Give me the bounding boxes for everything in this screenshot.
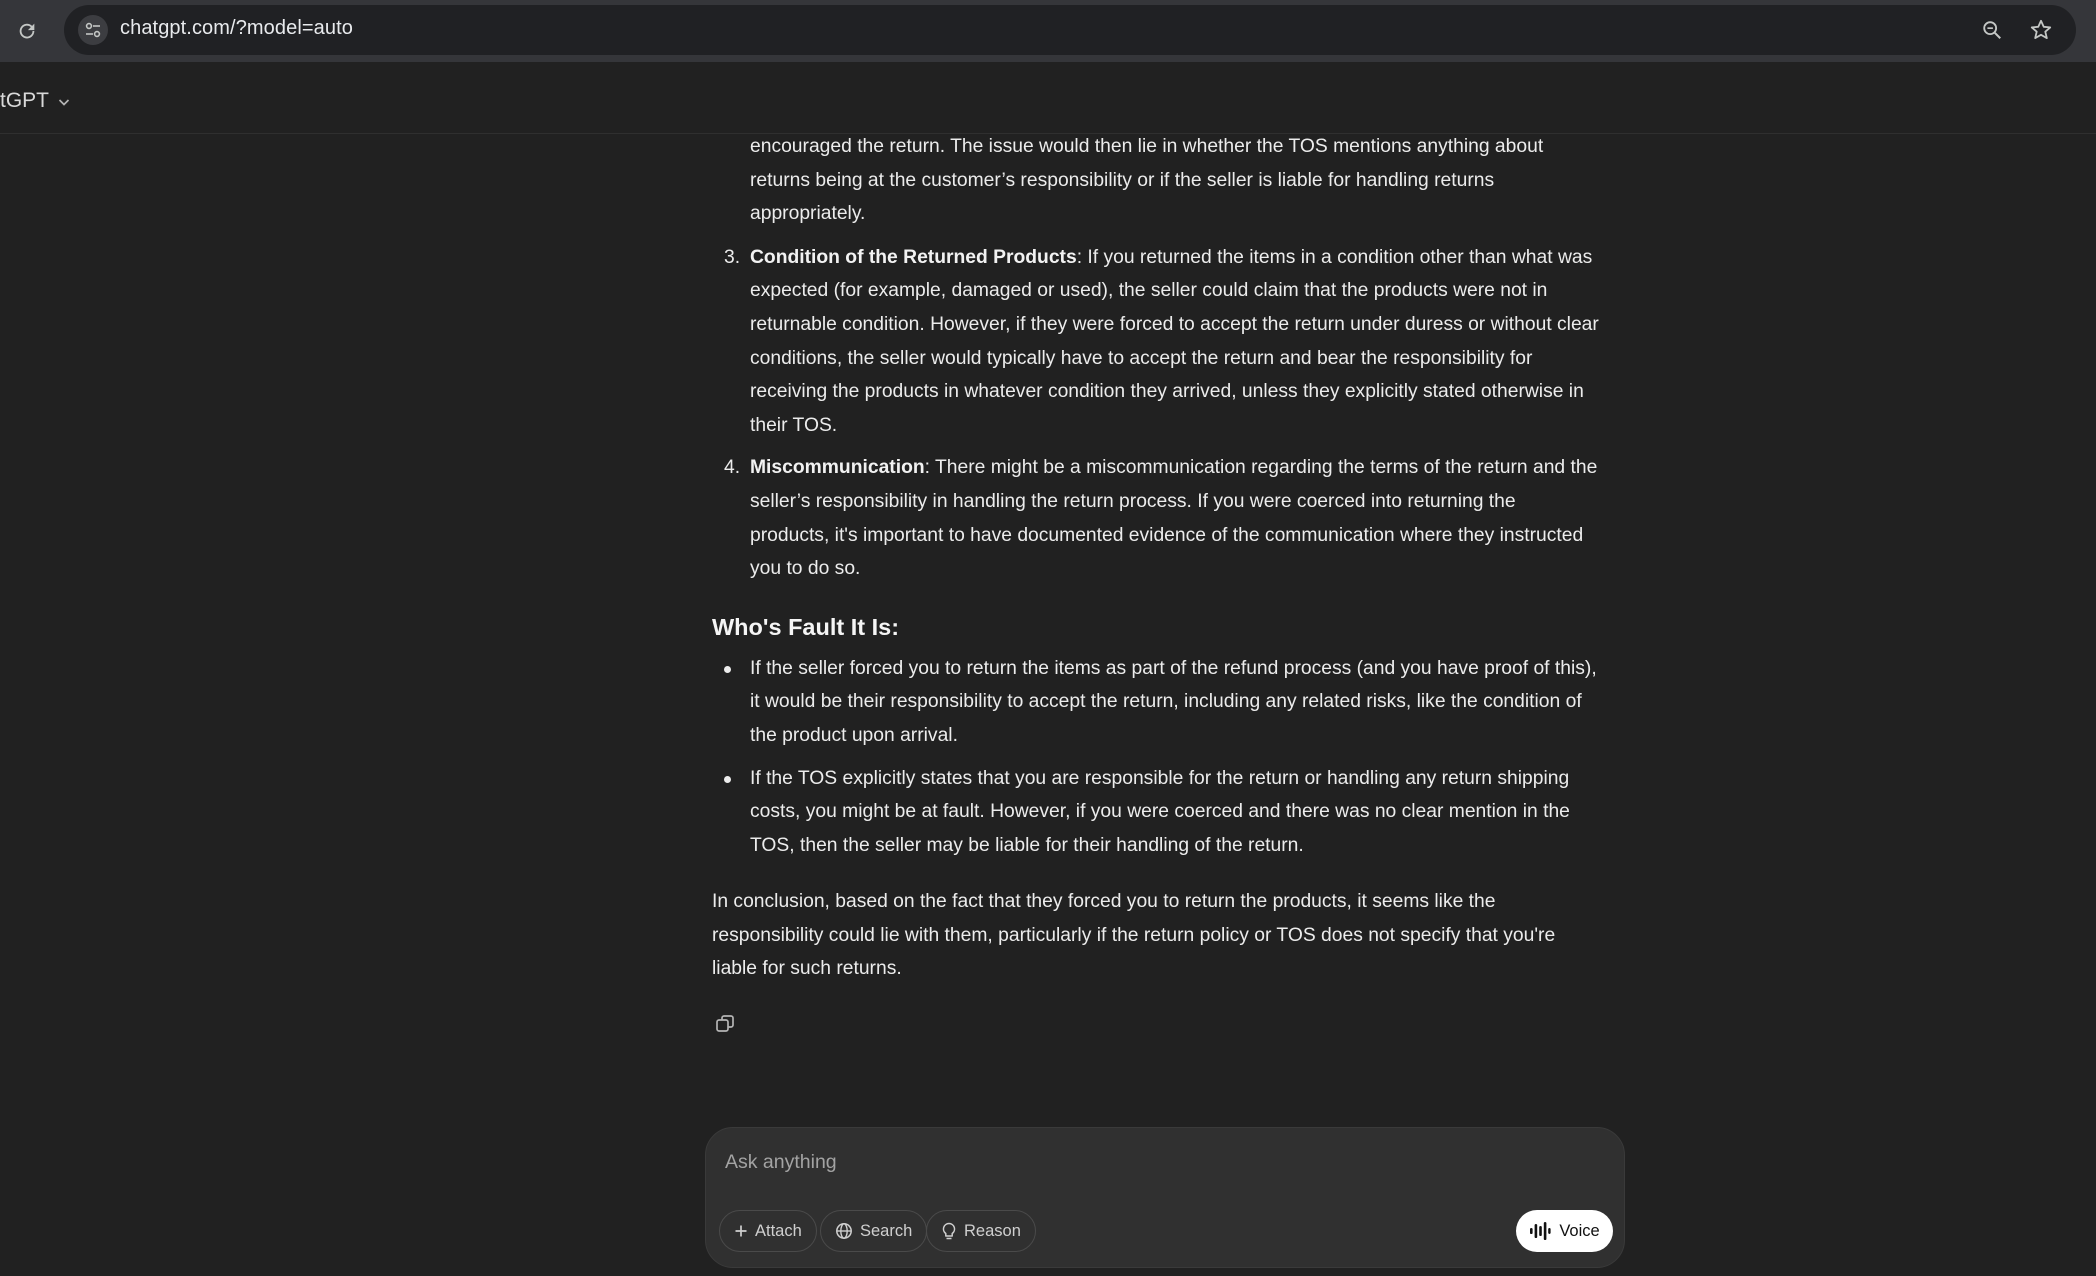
globe-icon	[836, 1223, 852, 1239]
zoom-button[interactable]	[1977, 15, 2007, 45]
list-item: 4. Miscommunication: There might be a mi…	[712, 451, 1600, 585]
reason-button[interactable]: Reason	[926, 1210, 1036, 1252]
app-header: tGPT	[0, 66, 2096, 134]
list-item-title: Miscommunication	[750, 457, 925, 479]
reason-label: Reason	[964, 1221, 1021, 1240]
search-label: Search	[860, 1221, 913, 1240]
list-item-body: : If you returned the items in a conditi…	[750, 246, 1599, 436]
copy-icon	[716, 1015, 734, 1032]
bullet-text: If the seller forced you to return the i…	[750, 657, 1597, 746]
message-composer: Attach Search Reason Voice	[705, 1127, 1625, 1268]
prompt-input[interactable]	[725, 1145, 1585, 1179]
chevron-down-icon	[58, 99, 70, 106]
tune-icon	[85, 22, 101, 38]
lightbulb-icon	[942, 1222, 956, 1239]
voice-label: Voice	[1559, 1221, 1600, 1240]
bullet-item: If the seller forced you to return the i…	[712, 652, 1600, 753]
reload-button[interactable]	[12, 16, 42, 46]
zoom-icon	[1983, 21, 2001, 39]
search-button[interactable]: Search	[820, 1210, 928, 1252]
list-item: 3. Condition of the Returned Products: I…	[712, 241, 1600, 443]
bullet-item: If the TOS explicitly states that you ar…	[712, 762, 1600, 863]
site-info-button[interactable]	[78, 15, 108, 45]
attach-button[interactable]: Attach	[719, 1210, 817, 1252]
attach-label: Attach	[755, 1221, 802, 1240]
list-number: 3.	[724, 246, 741, 268]
conclusion-paragraph: In conclusion, based on the fact that th…	[712, 891, 1556, 980]
list-item-continuation: encouraged the return. The issue would t…	[712, 134, 1600, 231]
address-bar[interactable]: chatgpt.com/?model=auto	[64, 5, 2076, 55]
section-heading: Who's Fault It Is:	[712, 613, 900, 640]
bullet-text: If the TOS explicitly states that you ar…	[750, 767, 1570, 856]
list-item-text: encouraged the return. The issue would t…	[750, 136, 1544, 225]
list-number: 4.	[724, 457, 741, 479]
browser-toolbar: chatgpt.com/?model=auto	[0, 0, 2096, 62]
list-item-title: Condition of the Returned Products	[750, 246, 1077, 268]
star-icon	[2030, 19, 2052, 39]
assistant-message: encouraged the return. The issue would t…	[712, 134, 1600, 1054]
bullet-dot	[724, 775, 731, 783]
bullet-dot	[724, 665, 731, 673]
waveform-icon	[1530, 1222, 1551, 1240]
model-label: tGPT	[0, 89, 50, 112]
model-selector[interactable]: tGPT	[0, 86, 71, 116]
voice-button[interactable]: Voice	[1516, 1210, 1613, 1252]
plus-icon	[735, 1225, 747, 1237]
url-text[interactable]: chatgpt.com/?model=auto	[120, 17, 353, 40]
copy-button[interactable]	[714, 1013, 736, 1035]
reload-icon	[19, 23, 35, 39]
bookmark-button[interactable]	[2026, 15, 2056, 45]
